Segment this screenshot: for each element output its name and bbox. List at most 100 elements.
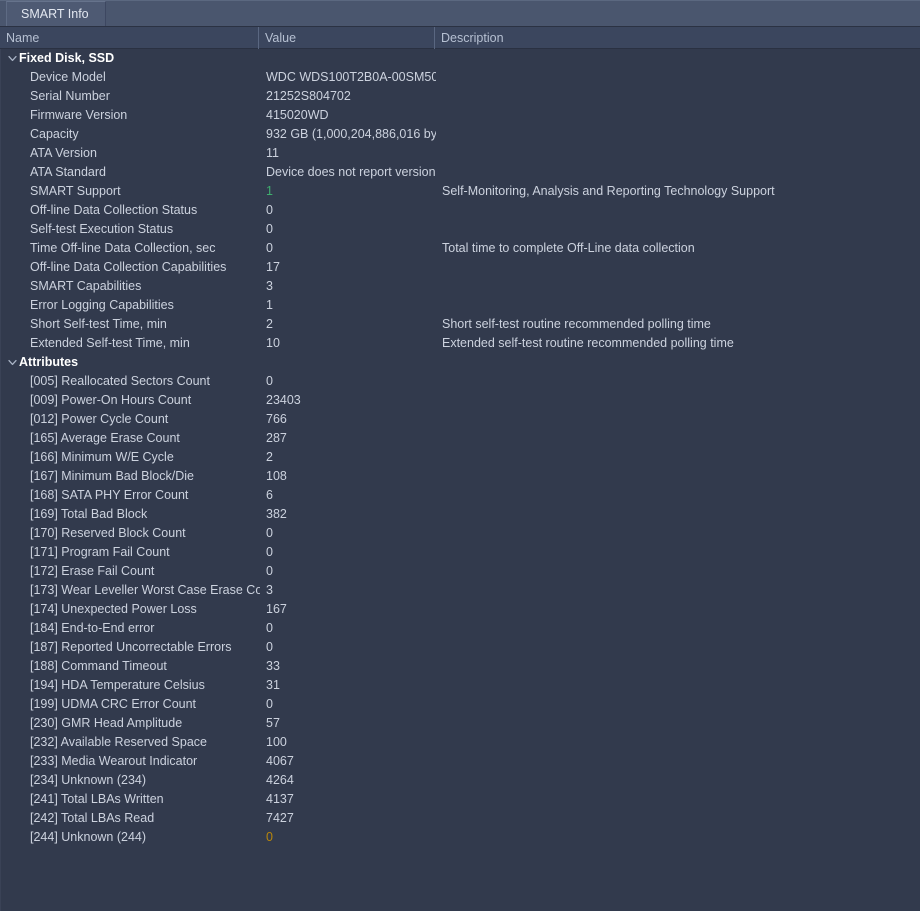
tree-row-value: 3 (266, 279, 273, 293)
tree-row[interactable]: [174] Unexpected Power Loss 167 (1, 600, 920, 619)
tree-row[interactable]: [005] Reallocated Sectors Count 0 (1, 372, 920, 391)
tree-row[interactable]: SMART Capabilities 3 (1, 277, 920, 296)
tree-row[interactable]: [187] Reported Uncorrectable Errors 0 (1, 638, 920, 657)
tree-row[interactable]: Capacity 932 GB (1,000,204,886,016 bytes) (1, 125, 920, 144)
tree-row-description (436, 809, 920, 828)
tree-row[interactable]: [171] Program Fail Count 0 (1, 543, 920, 562)
tree-group-row[interactable]: Fixed Disk, SSD (1, 49, 920, 68)
column-header-description[interactable]: Description (435, 27, 920, 49)
tree-row[interactable]: [234] Unknown (234) 4264 (1, 771, 920, 790)
tree-row-label: [242] Total LBAs Read (30, 811, 155, 825)
tree-row[interactable]: SMART Support 1 Self-Monitoring, Analysis … (1, 182, 920, 201)
tree-row-name-cell: [194] HDA Temperature Celsius (1, 676, 260, 695)
tree-row-value: 10 (266, 336, 280, 350)
tree-group-name-cell: Attributes (1, 353, 260, 372)
tree-row[interactable]: [009] Power-On Hours Count 23403 (1, 391, 920, 410)
tree-row[interactable]: [166] Minimum W/E Cycle 2 (1, 448, 920, 467)
tree-row[interactable]: [188] Command Timeout 33 (1, 657, 920, 676)
tree-row-label: [005] Reallocated Sectors Count (30, 374, 210, 388)
tree-row-label: SMART Support (30, 184, 121, 198)
tree-row-description (436, 657, 920, 676)
tree-row[interactable]: [230] GMR Head Amplitude 57 (1, 714, 920, 733)
tree-row-label: Off-line Data Collection Capabilities (30, 260, 227, 274)
tree-row[interactable]: ATA Standard Device does not report versi… (1, 163, 920, 182)
tree-row-label: [173] Wear Leveller Worst Case Erase Cou… (30, 583, 260, 597)
tree-row[interactable]: [184] End-to-End error 0 (1, 619, 920, 638)
tree-row-name-cell: [171] Program Fail Count (1, 543, 260, 562)
tree-row-value: 766 (266, 412, 287, 426)
tree-row[interactable]: [194] HDA Temperature Celsius 31 (1, 676, 920, 695)
tree-row-value: 0 (266, 222, 273, 236)
tree-row[interactable]: [012] Power Cycle Count 766 (1, 410, 920, 429)
tree-row[interactable]: [199] UDMA CRC Error Count 0 (1, 695, 920, 714)
tree-row-name-cell: Device Model (1, 68, 260, 87)
tree-row-value: 0 (266, 697, 273, 711)
tree-row-label: Device Model (30, 70, 106, 84)
chevron-down-icon[interactable] (5, 49, 19, 68)
tree-group-value-cell (260, 353, 436, 372)
tree-row[interactable]: Self-test Execution Status 0 (1, 220, 920, 239)
tree-group-row[interactable]: Attributes (1, 353, 920, 372)
tree-row-value: WDC WDS100T2B0A-00SM50 (266, 70, 436, 84)
tree-row[interactable]: [170] Reserved Block Count 0 (1, 524, 920, 543)
tree-row-label: [188] Command Timeout (30, 659, 167, 673)
chevron-down-icon[interactable] (5, 353, 19, 372)
tree-row-name-cell: ATA Version (1, 144, 260, 163)
tree-row[interactable]: [241] Total LBAs Written 4137 (1, 790, 920, 809)
tree-row[interactable]: [169] Total Bad Block 382 (1, 505, 920, 524)
tree-row[interactable]: [173] Wear Leveller Worst Case Erase Cou… (1, 581, 920, 600)
tree-row-value: 0 (266, 374, 273, 388)
tree-row[interactable]: Off-line Data Collection Capabilities 17 (1, 258, 920, 277)
tree-row-label: Extended Self-test Time, min (30, 336, 190, 350)
tree-row[interactable]: [244] Unknown (244) 0 (1, 828, 920, 847)
tree-row[interactable]: Extended Self-test Time, min 10 Extended s… (1, 334, 920, 353)
tree-row-description (436, 524, 920, 543)
tree-row[interactable]: [233] Media Wearout Indicator 4067 (1, 752, 920, 771)
tab-strip: SMART Info (0, 0, 920, 27)
tree-row-value: 7427 (266, 811, 294, 825)
tree-row-name-cell: [173] Wear Leveller Worst Case Erase Cou… (1, 581, 260, 600)
tree-row[interactable]: [242] Total LBAs Read 7427 (1, 809, 920, 828)
tree-row[interactable]: Time Off-line Data Collection, sec 0 Total… (1, 239, 920, 258)
tree-row-label: [169] Total Bad Block (30, 507, 148, 521)
tree-row-value: 33 (266, 659, 280, 673)
tree-row-value: 0 (266, 526, 273, 540)
tree-row-value: 31 (266, 678, 280, 692)
tree-row-description (436, 429, 920, 448)
tree-row-description (436, 125, 920, 144)
tree-row-label: [168] SATA PHY Error Count (30, 488, 189, 502)
tree-row-value: 0 (266, 564, 273, 578)
tree-row-value: Device does not report version (266, 165, 436, 179)
column-header-name[interactable]: Name (0, 26, 259, 49)
tree-row-value: 2 (266, 317, 273, 331)
tree-row-description: Total time to complete Off-Line data col… (442, 241, 695, 255)
tree-row[interactable]: [165] Average Erase Count 287 (1, 429, 920, 448)
tree-row-description (436, 638, 920, 657)
tree-row-label: [166] Minimum W/E Cycle (30, 450, 174, 464)
tree-row[interactable]: Error Logging Capabilities 1 (1, 296, 920, 315)
tree-row-name-cell: [241] Total LBAs Written (1, 790, 260, 809)
tree-row[interactable]: [232] Available Reserved Space 100 (1, 733, 920, 752)
tab-smart-info[interactable]: SMART Info (6, 1, 106, 26)
tree-row[interactable]: [172] Erase Fail Count 0 (1, 562, 920, 581)
tree-row-value: 1 (266, 184, 273, 198)
tree-row-value: 100 (266, 735, 287, 749)
tree-group-value-cell (260, 49, 436, 68)
tree-row-label: Capacity (30, 127, 79, 141)
column-header-value[interactable]: Value (259, 26, 435, 49)
tree-row-name-cell: Extended Self-test Time, min (1, 334, 260, 353)
tree-row-value: 3 (266, 583, 273, 597)
tree-row[interactable]: Firmware Version 415020WD (1, 106, 920, 125)
tree-row[interactable]: Serial Number 21252S804702 (1, 87, 920, 106)
tree-row-value: 415020WD (266, 108, 329, 122)
tree-row[interactable]: Off-line Data Collection Status 0 (1, 201, 920, 220)
tree-row-name-cell: Error Logging Capabilities (1, 296, 260, 315)
tree-row[interactable]: [167] Minimum Bad Block/Die 108 (1, 467, 920, 486)
tree-row-name-cell: [170] Reserved Block Count (1, 524, 260, 543)
tree-row[interactable]: Short Self-test Time, min 2 Short self-tes… (1, 315, 920, 334)
tree-row[interactable]: ATA Version 11 (1, 144, 920, 163)
tree-group-description-cell (436, 353, 920, 372)
tree-row[interactable]: Device Model WDC WDS100T2B0A-00SM50 (1, 68, 920, 87)
tree-row[interactable]: [168] SATA PHY Error Count 6 (1, 486, 920, 505)
tree-row-description (436, 68, 920, 87)
